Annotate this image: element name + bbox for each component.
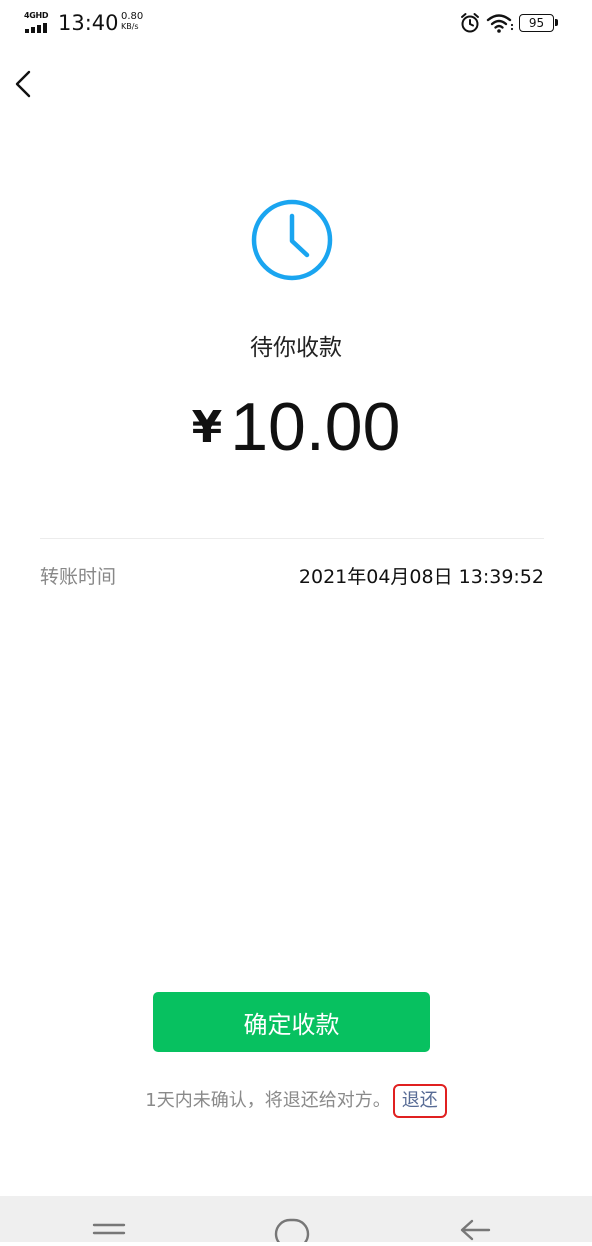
amount-value: 10.00 <box>230 389 401 465</box>
refund-note-text: 1天内未确认，将退还给对方。 <box>145 1090 391 1111</box>
transfer-time-value: 2021年04月08日 13:39:52 <box>298 566 544 588</box>
home-button[interactable] <box>267 1212 317 1246</box>
status-bar: 4GHD 13:40 0.80 KB/s 95 <box>0 0 592 48</box>
refund-link[interactable]: 退还 <box>392 1084 447 1118</box>
currency-symbol: ¥ <box>191 402 223 453</box>
menu-icon <box>92 1223 126 1235</box>
transfer-amount: ¥10.00 <box>0 384 592 488</box>
transfer-time-label: 转账时间 <box>40 566 117 588</box>
network-speed-unit: KB/s <box>121 22 139 31</box>
system-nav-bar <box>0 1196 592 1246</box>
wifi-icon <box>486 14 514 33</box>
network-speed: 0.80 KB/s <box>121 12 153 32</box>
network-type: 4GHD <box>24 11 49 20</box>
back-arrow-icon <box>460 1219 491 1241</box>
network-speed-value: 0.80 <box>121 11 144 22</box>
clock-time: 13:40 <box>58 11 119 35</box>
chevron-left-icon <box>15 70 31 98</box>
refund-note: 1天内未确认，将退还给对方。 退还 <box>0 1084 592 1118</box>
battery-level: 95 <box>519 14 554 32</box>
home-icon <box>274 1218 310 1246</box>
alarm-icon <box>461 13 479 33</box>
confirm-receive-button[interactable]: 确定收款 <box>153 992 430 1052</box>
back-button[interactable] <box>8 64 40 104</box>
menu-button[interactable] <box>84 1212 134 1242</box>
system-back-button[interactable] <box>450 1212 500 1242</box>
transfer-status: 待你收款 <box>250 335 342 361</box>
clock-icon <box>251 199 333 281</box>
signal-icon: 4GHD <box>24 11 50 33</box>
divider <box>40 538 544 539</box>
battery-icon: 95 <box>519 14 559 32</box>
